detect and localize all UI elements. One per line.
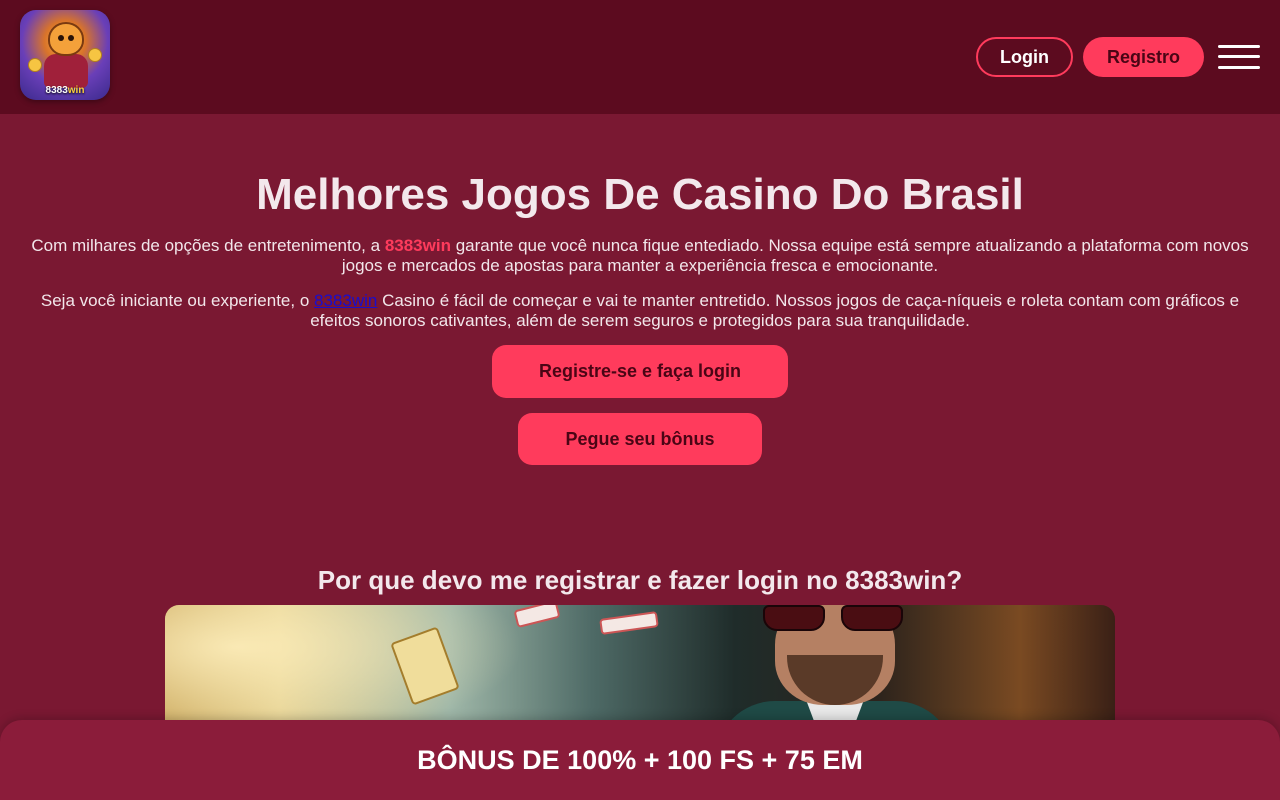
register-login-cta-button[interactable]: Registre-se e faça login bbox=[492, 345, 788, 398]
site-header: 8383win Login Registro bbox=[0, 0, 1280, 114]
site-logo[interactable]: 8383win bbox=[20, 10, 110, 100]
section-heading: Por que devo me registrar e fazer login … bbox=[317, 565, 963, 595]
hamburger-menu-icon[interactable] bbox=[1218, 43, 1260, 71]
intro-paragraph: Com milhares de opções de entretenimento… bbox=[31, 236, 1249, 275]
login-button[interactable]: Login bbox=[976, 37, 1073, 77]
coin-icon bbox=[28, 58, 42, 72]
bonus-banner[interactable]: BÔNUS DE 100% + 100 FS + 75 EM bbox=[0, 720, 1280, 800]
tiger-mascot-body bbox=[44, 54, 88, 88]
brand-link[interactable]: 8383win bbox=[314, 291, 377, 310]
tiger-mascot-icon bbox=[48, 22, 84, 56]
playing-card-icon bbox=[513, 605, 561, 629]
coin-icon bbox=[88, 48, 102, 62]
secondary-paragraph: Seja você iniciante ou experiente, o 838… bbox=[40, 291, 1240, 330]
bonus-text: BÔNUS DE 100% + 100 FS + 75 EM bbox=[417, 744, 863, 775]
register-button[interactable]: Registro bbox=[1083, 37, 1204, 77]
playing-card-icon bbox=[599, 611, 659, 635]
get-bonus-cta-button[interactable]: Pegue seu bônus bbox=[518, 413, 762, 465]
brand-highlight: 8383win bbox=[384, 236, 451, 255]
logo-text: 8383win bbox=[45, 85, 85, 96]
sunglasses-icon bbox=[763, 605, 903, 631]
page-title: Melhores Jogos De Casino Do Brasil bbox=[256, 170, 1024, 219]
